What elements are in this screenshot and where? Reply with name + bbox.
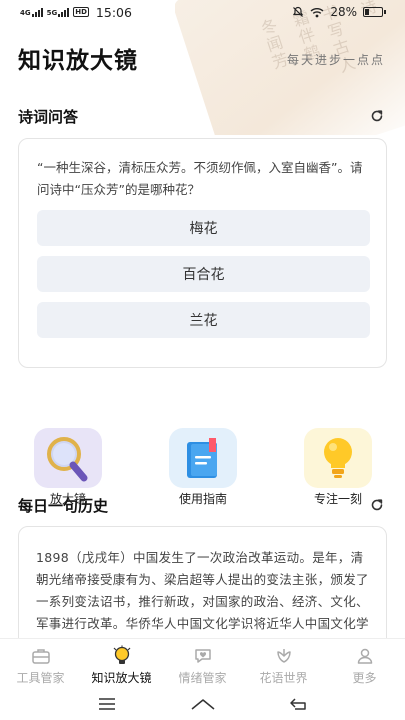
- wifi-icon: [310, 7, 324, 17]
- shortcut-guide[interactable]: 使用指南: [158, 428, 248, 507]
- quiz-refresh-icon[interactable]: [370, 109, 384, 123]
- toolbox-icon: [30, 646, 52, 666]
- magnifier-tile: [34, 428, 102, 488]
- tab-tools[interactable]: 工具管家: [0, 639, 81, 688]
- lightbulb-icon: [324, 438, 352, 478]
- bottom-tab-bar: 工具管家 知识放大镜 情绪管家 花语世界 更多: [0, 638, 405, 688]
- status-left: 4G 5G HD 15:06: [20, 5, 132, 20]
- bulb-icon: [111, 645, 133, 666]
- magnifier-icon: [47, 437, 88, 482]
- flower-icon: [273, 646, 295, 666]
- menu-nav-icon[interactable]: [97, 697, 117, 711]
- status-bar: 4G 5G HD 15:06 28%: [0, 0, 405, 24]
- quiz-option-2[interactable]: 百合花: [37, 256, 370, 292]
- heart-chat-icon: [192, 646, 214, 666]
- tab-more[interactable]: 更多: [324, 639, 405, 688]
- status-right: 28%: [292, 5, 386, 19]
- quiz-question: “一种生深谷，清标压众芳。不须纫作佩，入室自幽香”。请问诗中“压众芳”的是哪种花…: [37, 160, 363, 197]
- home-nav-icon[interactable]: [190, 697, 216, 711]
- guide-book-icon: [187, 438, 217, 478]
- focus-tile: [304, 428, 372, 488]
- back-nav-icon[interactable]: [289, 697, 309, 711]
- quiz-option-1[interactable]: 梅花: [37, 210, 370, 246]
- shortcut-focus[interactable]: 专注一刻: [293, 428, 383, 507]
- tab-flowers[interactable]: 花语世界: [243, 639, 324, 688]
- system-nav-bar: [0, 688, 405, 720]
- hd-badge: HD: [73, 7, 89, 17]
- tab-knowledge-label: 知识放大镜: [91, 671, 152, 685]
- battery-level: [365, 9, 370, 15]
- shortcut-magnifier[interactable]: 放大镜: [23, 428, 113, 507]
- quiz-card: “一种生深谷，清标压众芳。不须纫作佩，入室自幽香”。请问诗中“压众芳”的是哪种花…: [18, 138, 387, 368]
- tab-more-label: 更多: [352, 671, 377, 685]
- page-title: 知识放大镜: [18, 48, 138, 74]
- user-icon: [354, 646, 376, 666]
- guide-tile: [169, 428, 237, 488]
- battery-percent: 28%: [330, 5, 357, 19]
- quiz-section-title: 诗词问答: [18, 108, 79, 126]
- tab-knowledge[interactable]: 知识放大镜: [81, 639, 162, 688]
- cellular-signal-icon-2: 5G: [47, 7, 70, 17]
- tab-emotion[interactable]: 情绪管家: [162, 639, 243, 688]
- tab-emotion-label: 情绪管家: [178, 671, 227, 685]
- shortcut-focus-label: 专注一刻: [313, 492, 362, 506]
- status-time: 15:06: [95, 4, 132, 20]
- history-card: 1898（戊戌年）中国发生了一次政治改革运动。是年，清朝光绪帝接受康有为、梁启超…: [18, 526, 387, 656]
- battery-icon: [363, 7, 386, 17]
- page-slogan: 每天进步一点点: [286, 53, 385, 67]
- tab-tools-label: 工具管家: [16, 671, 65, 685]
- mute-icon: [293, 6, 304, 17]
- cellular-signal-icon-1: 4G: [20, 7, 43, 17]
- quiz-option-3[interactable]: 兰花: [37, 302, 370, 338]
- shortcut-magnifier-label: 放大镜: [49, 492, 86, 506]
- tab-flowers-label: 花语世界: [259, 671, 308, 685]
- shortcut-guide-label: 使用指南: [178, 492, 227, 506]
